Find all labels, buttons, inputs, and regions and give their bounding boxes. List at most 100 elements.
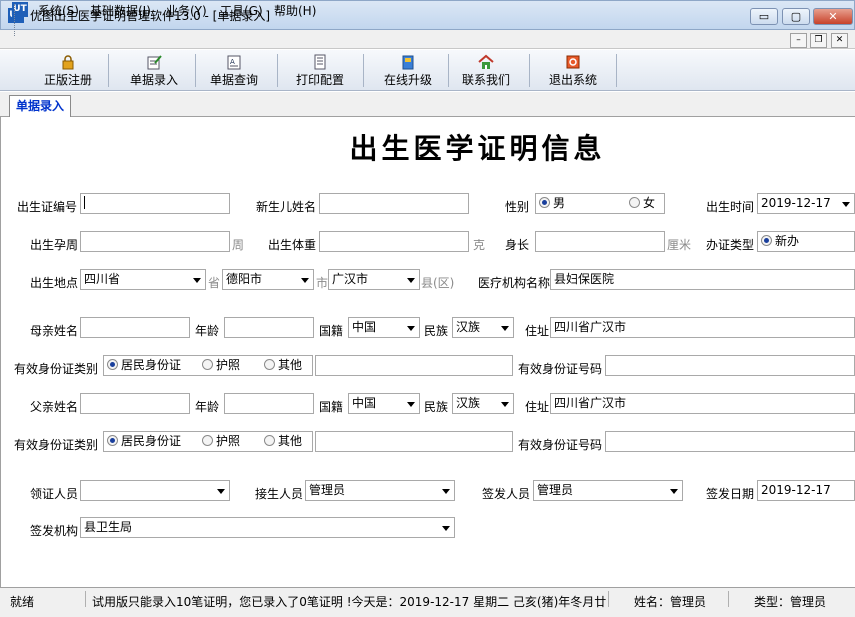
mother-age-input[interactable] <box>224 317 314 338</box>
city-unit: 市 <box>316 276 329 290</box>
mother-ethnic-value: 汉族 <box>456 320 481 334</box>
county-value: 广汉市 <box>332 272 369 286</box>
mother-id-type-label: 有效身份证类别 <box>14 362 99 376</box>
mother-id-extra-input[interactable] <box>315 355 513 376</box>
baby-name-label: 新生儿姓名 <box>256 200 317 214</box>
province-select[interactable]: 四川省 <box>80 269 206 290</box>
father-id-type-idcard-radio[interactable]: 居民身份证 <box>107 432 181 451</box>
menu-tools[interactable]: 工具(G) <box>220 2 263 19</box>
birthplace-label: 出生地点 <box>30 276 79 290</box>
birth-cert-no-label: 出生证编号 <box>17 200 78 214</box>
birth-time-label: 出生时间 <box>706 200 755 214</box>
father-id-type-other-radio[interactable]: 其他 <box>264 432 302 451</box>
weight-input[interactable] <box>319 231 469 252</box>
page-title: 出生医学证明信息 <box>349 132 606 165</box>
toolbar-grip[interactable] <box>14 4 17 36</box>
gender-female-label: 女 <box>643 196 656 210</box>
home-icon <box>478 54 494 69</box>
mother-id-type-idcard-radio[interactable]: 居民身份证 <box>107 356 181 375</box>
gender-male-label: 男 <box>553 196 566 210</box>
father-ethnic-select[interactable]: 汉族 <box>452 393 514 414</box>
father-id-extra-input[interactable] <box>315 431 513 452</box>
father-id-no-input[interactable] <box>605 431 855 452</box>
radio-icon <box>629 197 640 208</box>
mdi-close-button[interactable]: ✕ <box>831 33 848 48</box>
issue-date-input[interactable]: 2019-12-17 <box>757 480 855 501</box>
issue-date-label: 签发日期 <box>706 487 755 501</box>
father-id-type-passport-radio[interactable]: 护照 <box>202 432 240 451</box>
menu-help[interactable]: 帮助(H) <box>274 2 316 19</box>
mother-address-input[interactable]: 四川省广汉市 <box>550 317 855 338</box>
mother-id-no-label: 有效身份证号码 <box>518 362 603 376</box>
father-id-type-label: 有效身份证类别 <box>14 438 99 452</box>
close-button[interactable]: ✕ <box>813 8 853 25</box>
receiver-label: 领证人员 <box>30 487 79 501</box>
menu-business[interactable]: 业务(Y) <box>166 2 207 19</box>
mdi-minimize-button[interactable]: – <box>790 33 807 48</box>
father-age-input[interactable] <box>224 393 314 414</box>
mother-nationality-select[interactable]: 中国 <box>348 317 420 338</box>
cert-type-group: 新办 <box>757 231 855 252</box>
father-nationality-select[interactable]: 中国 <box>348 393 420 414</box>
length-unit: 厘米 <box>667 238 692 252</box>
deliverer-select[interactable]: 管理员 <box>305 480 455 501</box>
exit-button[interactable]: 退出系统 <box>543 52 603 89</box>
issuer-select[interactable]: 管理员 <box>533 480 683 501</box>
menu-system[interactable]: 系统(S) <box>38 2 79 19</box>
print-config-button[interactable]: 打印配置 <box>290 52 350 89</box>
query-button[interactable]: A 单据查询 <box>204 52 264 89</box>
gestation-input[interactable] <box>80 231 230 252</box>
upgrade-button[interactable]: 在线升级 <box>378 52 438 89</box>
city-value: 德阳市 <box>226 272 263 286</box>
dropdown-arrow-icon <box>442 489 450 494</box>
city-select[interactable]: 德阳市 <box>222 269 314 290</box>
father-name-input[interactable] <box>80 393 190 414</box>
hospital-label: 医疗机构名称 <box>478 276 551 290</box>
length-input[interactable] <box>535 231 665 252</box>
dropdown-arrow-icon <box>501 326 509 331</box>
county-unit: 县(区) <box>421 276 455 290</box>
entry-button[interactable]: 单据录入 <box>124 52 184 89</box>
mother-id-type-passport-radio[interactable]: 护照 <box>202 356 240 375</box>
baby-name-input[interactable] <box>319 193 469 214</box>
id-type-label: 护照 <box>216 358 241 372</box>
mdi-restore-button[interactable]: ❐ <box>810 33 827 48</box>
mother-id-type-other-radio[interactable]: 其他 <box>264 356 302 375</box>
mother-ethnic-select[interactable]: 汉族 <box>452 317 514 338</box>
mother-ethnic-label: 民族 <box>424 324 449 338</box>
gender-group: 男 女 <box>535 193 665 214</box>
mother-id-no-input[interactable] <box>605 355 855 376</box>
tab-entry[interactable]: 单据录入 <box>9 95 71 118</box>
mother-age-label: 年龄 <box>195 324 220 338</box>
issue-org-select[interactable]: 县卫生局 <box>80 517 455 538</box>
register-button[interactable]: 正版注册 <box>38 52 98 89</box>
toolbar-separator <box>363 54 364 87</box>
gender-male-radio[interactable]: 男 <box>539 194 565 213</box>
toolbar-separator <box>108 54 109 87</box>
status-state: 就绪 <box>10 595 35 609</box>
receiver-select[interactable] <box>80 480 230 501</box>
county-select[interactable]: 广汉市 <box>328 269 420 290</box>
hospital-input[interactable]: 县妇保医院 <box>550 269 855 290</box>
cert-type-label: 办证类型 <box>706 238 755 252</box>
father-address-label: 住址 <box>525 400 550 414</box>
birth-cert-no-input[interactable] <box>80 193 230 214</box>
status-separator <box>85 591 86 607</box>
minimize-button[interactable]: ▭ <box>750 8 778 25</box>
cert-type-new-radio[interactable]: 新办 <box>761 234 799 248</box>
maximize-button[interactable]: ▢ <box>782 8 810 25</box>
id-type-label: 其他 <box>278 434 303 448</box>
birth-time-picker[interactable]: 2019-12-17 <box>757 193 855 214</box>
gender-female-radio[interactable]: 女 <box>629 194 655 213</box>
id-type-label: 居民身份证 <box>121 434 182 448</box>
menu-base-data[interactable]: 基础数据(J) <box>90 2 151 19</box>
father-ethnic-value: 汉族 <box>456 396 481 410</box>
father-address-input[interactable]: 四川省广汉市 <box>550 393 855 414</box>
radio-icon <box>264 359 275 370</box>
mother-name-input[interactable] <box>80 317 190 338</box>
contact-button[interactable]: 联系我们 <box>456 52 516 89</box>
issuer-label: 签发人员 <box>482 487 531 501</box>
exit-icon <box>566 55 580 69</box>
issuer-value: 管理员 <box>537 483 574 497</box>
dropdown-arrow-icon <box>842 202 850 207</box>
